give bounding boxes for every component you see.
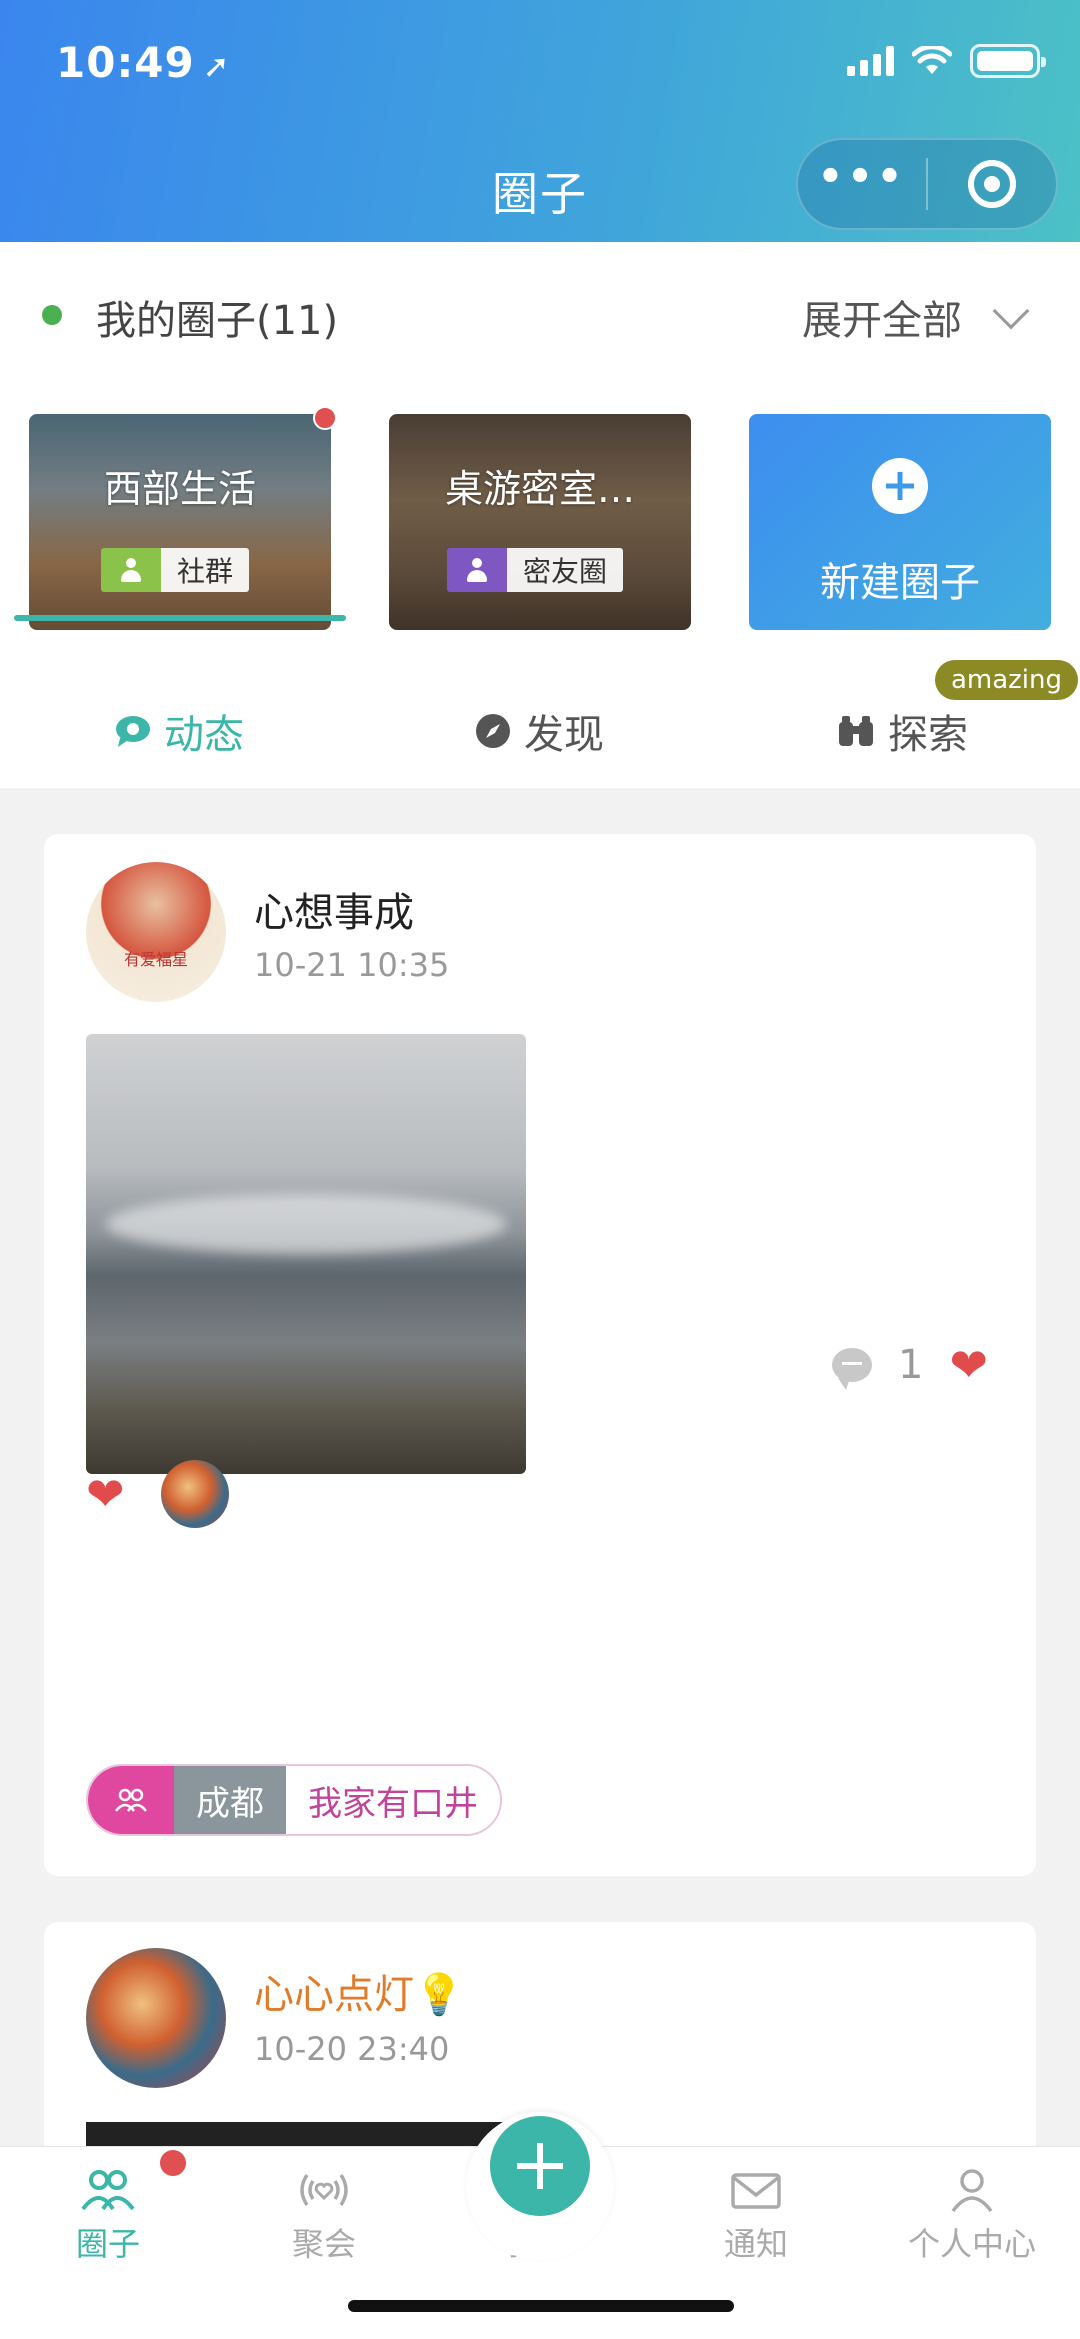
close-target-button[interactable] xyxy=(928,160,1056,208)
target-icon xyxy=(967,160,1016,208)
person-icon xyxy=(447,548,507,592)
expand-all-label: 展开全部 xyxy=(802,298,962,344)
liked-heart-icon: ❤ xyxy=(86,1467,125,1521)
header: 10:49 ➚ 圈子 ••• xyxy=(0,0,1080,242)
circle-type-tag: 社群 xyxy=(101,548,250,592)
post-username[interactable]: 心心点灯💡 xyxy=(254,1962,464,2020)
nav-profile[interactable]: 个人中心 xyxy=(882,2167,1062,2265)
active-tab-indicator xyxy=(14,615,346,621)
mail-icon xyxy=(731,2173,781,2209)
post-stats: 1 ❤ xyxy=(832,1342,988,1390)
tab-dynamic[interactable]: 动态 xyxy=(114,702,244,760)
status-indicators xyxy=(847,44,1046,78)
my-circles-title: 我的圈子(11) xyxy=(96,298,339,344)
amazing-badge: amazing xyxy=(934,660,1078,700)
post-photo[interactable] xyxy=(86,1034,526,1474)
nav-label: 个人中心 xyxy=(907,2225,1036,2263)
tab-explore[interactable]: 探索 xyxy=(836,702,968,760)
people-icon xyxy=(81,2170,135,2211)
city-chip[interactable]: 成都 xyxy=(174,1766,286,1834)
nav-unread-badge xyxy=(160,2150,186,2176)
circle-card-board-games[interactable]: 桌游密室… 密友圈 xyxy=(389,414,691,630)
feed-tabs: 动态 发现 探索 xyxy=(0,654,1080,788)
comment-count: 1 xyxy=(898,1342,924,1388)
circle-card-west-life[interactable]: 西部生活 社群 xyxy=(29,414,331,630)
tab-label: 探索 xyxy=(888,712,968,758)
likers-row: ❤ xyxy=(86,1460,229,1528)
liker-avatar[interactable] xyxy=(160,1460,229,1528)
circle-card-title: 西部生活 xyxy=(103,467,256,511)
feed-post: 有爱福星 心想事成 10-21 10:35 1 ❤ ❤ 成都 我家有口井 xyxy=(44,834,1036,1876)
circle-type-label: 密友圈 xyxy=(507,548,624,592)
status-time: 10:49 ➚ xyxy=(56,38,231,87)
circle-chip[interactable]: 我家有口井 xyxy=(286,1766,500,1834)
post-tags: 成都 我家有口井 xyxy=(86,1764,502,1836)
compass-icon xyxy=(476,714,510,748)
nav-label: 聚会 xyxy=(291,2225,356,2263)
person-icon xyxy=(101,548,161,592)
circle-type-tag: 密友圈 xyxy=(447,548,624,592)
circle-type-label: 社群 xyxy=(161,548,250,592)
my-circles-row: 我的圈子(11) 展开全部 xyxy=(0,242,1080,388)
chat-bubble-icon xyxy=(116,716,150,747)
new-circle-label: 新建圈子 xyxy=(820,560,980,606)
new-circle-button[interactable]: 新建圈子 xyxy=(749,414,1051,630)
post-time: 10-21 10:35 xyxy=(254,946,450,984)
plus-circle-icon xyxy=(872,458,928,514)
battery-icon xyxy=(970,44,1046,78)
binoculars-icon xyxy=(839,716,873,746)
nav-label: 圈子 xyxy=(75,2225,140,2263)
avatar[interactable]: 有爱福星 xyxy=(86,862,226,1002)
user-icon xyxy=(951,2169,993,2213)
checkin-plus-button[interactable] xyxy=(490,2116,590,2216)
avatar[interactable] xyxy=(86,1948,226,2088)
online-dot-icon xyxy=(42,305,62,325)
group-icon xyxy=(88,1766,174,1834)
miniprogram-capsule: ••• xyxy=(796,138,1058,230)
comment-icon[interactable] xyxy=(832,1348,872,1390)
broadcast-heart-icon xyxy=(300,2174,348,2206)
wifi-icon xyxy=(912,46,952,74)
location-icon: ➚ xyxy=(202,47,231,85)
tab-label: 发现 xyxy=(524,712,604,758)
nav-label: 通知 xyxy=(723,2225,788,2263)
tab-discover[interactable]: 发现 xyxy=(474,702,604,760)
more-icon[interactable]: ••• xyxy=(798,154,926,200)
unread-badge xyxy=(313,406,337,430)
circles-section: 我的圈子(11) 展开全部 西部生活 社群 桌游密室… 密友圈 新建圈子 动态 … xyxy=(0,242,1080,788)
tab-label: 动态 xyxy=(164,712,244,758)
nav-notifications[interactable]: 通知 xyxy=(666,2167,846,2265)
expand-all-button[interactable]: 展开全部 xyxy=(802,288,1030,346)
chevron-down-icon xyxy=(992,292,1030,330)
nav-circles[interactable]: 圈子 xyxy=(18,2167,198,2265)
circle-card-title: 桌游密室… xyxy=(444,467,635,511)
post-username[interactable]: 心想事成 xyxy=(254,880,414,938)
home-indicator xyxy=(348,2300,734,2312)
nav-gatherings[interactable]: 聚会 xyxy=(234,2167,414,2265)
status-time-text: 10:49 xyxy=(56,38,195,87)
post-time: 10-20 23:40 xyxy=(254,2030,450,2068)
signal-icon xyxy=(847,46,894,76)
like-heart-icon[interactable]: ❤ xyxy=(949,1342,988,1388)
avatar-caption: 有爱福星 xyxy=(123,950,188,969)
